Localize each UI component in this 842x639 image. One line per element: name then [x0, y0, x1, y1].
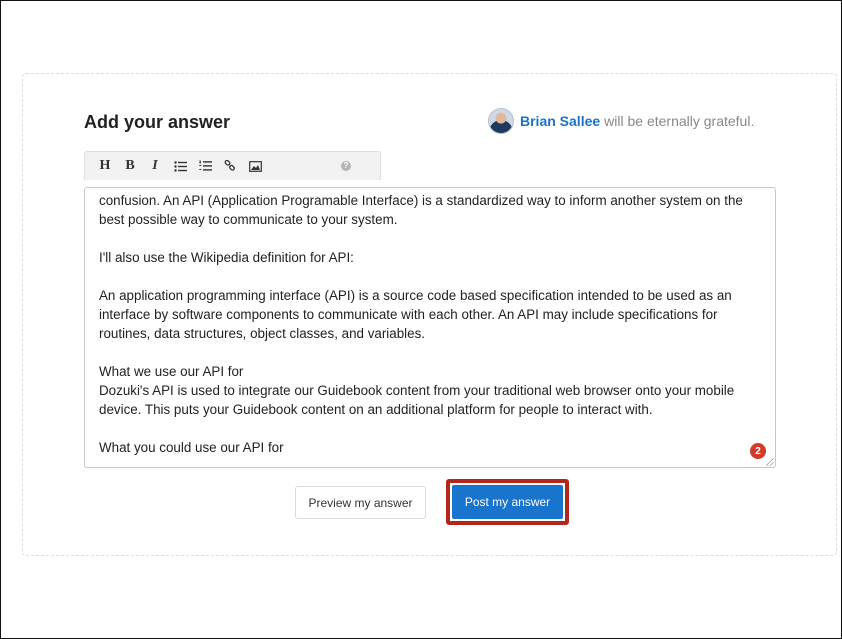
answer-paragraph: What we use our API for	[99, 364, 244, 379]
image-icon[interactable]	[243, 154, 267, 178]
answer-textarea[interactable]: confusion. An API (Application Programab…	[84, 187, 776, 468]
bullet-list-icon[interactable]	[168, 154, 192, 178]
page-title: Add your answer	[84, 112, 231, 132]
answer-text: confusion. An API (Application Programab…	[99, 191, 765, 467]
grateful-text: will be eternally grateful.	[604, 113, 755, 129]
notification-badge[interactable]: 2	[750, 443, 766, 459]
resize-handle-icon[interactable]	[766, 458, 774, 466]
answer-paragraph: confusion. An API (Application Programab…	[99, 193, 743, 227]
answer-paragraph: Dozuki's API is used to integrate our Gu…	[99, 383, 735, 417]
asker-credit: Brian Sallee will be eternally grateful.	[488, 107, 754, 135]
link-icon[interactable]	[218, 154, 242, 178]
avatar[interactable]	[488, 108, 514, 134]
answer-paragraph: An application programming interface (AP…	[99, 288, 732, 341]
numbered-list-icon[interactable]	[193, 154, 217, 178]
asker-name-link[interactable]: Brian Sallee	[520, 113, 600, 129]
help-icon-glyph: ?	[341, 161, 351, 171]
italic-icon[interactable]: I	[143, 154, 167, 178]
answer-paragraph: What you could use our API for	[99, 440, 284, 455]
help-icon[interactable]: ?	[334, 154, 358, 178]
bold-icon[interactable]: B	[118, 154, 142, 178]
answer-paragraph: I'll also use the Wikipedia definition f…	[99, 250, 354, 265]
editor-toolbar: H B I ?	[84, 151, 381, 180]
heading-icon[interactable]: H	[93, 154, 117, 178]
preview-answer-button[interactable]: Preview my answer	[295, 486, 426, 519]
post-answer-button[interactable]: Post my answer	[452, 485, 563, 519]
